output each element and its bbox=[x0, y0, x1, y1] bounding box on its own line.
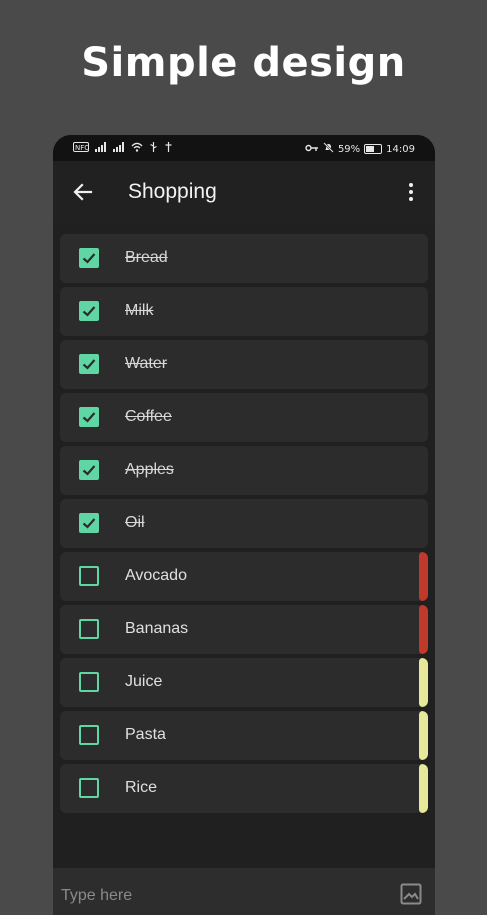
sim-signal-icon bbox=[95, 142, 107, 155]
item-label: Bananas bbox=[125, 620, 189, 637]
checkbox-checked[interactable] bbox=[79, 407, 99, 427]
list-item[interactable]: Rice bbox=[60, 764, 428, 813]
status-bar: NFC 59% 14:09 bbox=[53, 135, 435, 161]
list-item[interactable]: Avocado bbox=[60, 552, 428, 601]
checkbox-checked[interactable] bbox=[79, 513, 99, 533]
checkbox-unchecked[interactable] bbox=[79, 778, 99, 798]
checkbox-checked[interactable] bbox=[79, 248, 99, 268]
image-icon[interactable] bbox=[399, 882, 423, 906]
arrow-back-icon bbox=[73, 183, 93, 201]
list-item[interactable]: Juice bbox=[60, 658, 428, 707]
bell-off-icon bbox=[323, 142, 334, 156]
item-label: Apples bbox=[125, 461, 174, 478]
check-icon bbox=[82, 306, 96, 317]
item-label: Bread bbox=[125, 249, 168, 266]
item-label: Oil bbox=[125, 514, 145, 531]
wifi-icon bbox=[131, 142, 143, 155]
phone-frame: NFC 59% 14:09 Shopping Bread Milk Water … bbox=[53, 135, 435, 915]
status-right-icons: 59% 14:09 bbox=[305, 142, 415, 156]
check-icon bbox=[82, 359, 96, 370]
checkbox-unchecked[interactable] bbox=[79, 725, 99, 745]
list-item[interactable]: Oil bbox=[60, 499, 428, 548]
battery-percent: 59% bbox=[337, 143, 361, 155]
list-item[interactable]: Water bbox=[60, 340, 428, 389]
priority-indicator-medium bbox=[419, 711, 428, 760]
checkbox-unchecked[interactable] bbox=[79, 566, 99, 586]
checkbox-unchecked[interactable] bbox=[79, 672, 99, 692]
item-label: Juice bbox=[125, 673, 163, 690]
list-item[interactable]: Apples bbox=[60, 446, 428, 495]
check-icon bbox=[82, 465, 96, 476]
priority-indicator-high bbox=[419, 605, 428, 654]
check-icon bbox=[82, 412, 96, 423]
more-vert-icon bbox=[409, 183, 413, 201]
item-label: Pasta bbox=[125, 726, 166, 743]
checkbox-checked[interactable] bbox=[79, 354, 99, 374]
usb-icon bbox=[149, 142, 158, 155]
nfc-icon: NFC bbox=[73, 142, 89, 155]
item-label: Water bbox=[125, 355, 168, 372]
priority-indicator-high bbox=[419, 552, 428, 601]
headline: Simple design bbox=[81, 40, 406, 86]
list-item[interactable]: Bread bbox=[60, 234, 428, 283]
checkbox-checked[interactable] bbox=[79, 301, 99, 321]
key-icon bbox=[305, 143, 319, 156]
battery-icon bbox=[364, 144, 383, 154]
list-item[interactable]: Bananas bbox=[60, 605, 428, 654]
input-bar bbox=[53, 868, 435, 915]
item-label: Coffee bbox=[125, 408, 172, 425]
overflow-menu-button[interactable] bbox=[399, 177, 423, 207]
priority-indicator-medium bbox=[419, 764, 428, 813]
check-icon bbox=[82, 253, 96, 264]
page-title: Shopping bbox=[128, 180, 217, 203]
item-label: Avocado bbox=[125, 567, 187, 584]
app-bar: Shopping bbox=[53, 161, 435, 223]
back-button[interactable] bbox=[69, 178, 97, 206]
checkbox-checked[interactable] bbox=[79, 460, 99, 480]
signal-icon bbox=[113, 142, 125, 155]
check-icon bbox=[82, 518, 96, 529]
status-left-icons: NFC bbox=[73, 142, 173, 155]
priority-indicator-medium bbox=[419, 658, 428, 707]
checkbox-unchecked[interactable] bbox=[79, 619, 99, 639]
list-item[interactable]: Milk bbox=[60, 287, 428, 336]
new-item-input[interactable] bbox=[61, 882, 381, 910]
list-item[interactable]: Pasta bbox=[60, 711, 428, 760]
shopping-list: Bread Milk Water Coffee Apples Oil Avocado Bana… bbox=[60, 234, 428, 817]
usb-icon bbox=[164, 142, 173, 155]
list-item[interactable]: Coffee bbox=[60, 393, 428, 442]
item-label: Milk bbox=[125, 302, 154, 319]
status-time: 14:09 bbox=[386, 143, 415, 155]
svg-text:NFC: NFC bbox=[75, 144, 89, 152]
item-label: Rice bbox=[125, 779, 158, 796]
